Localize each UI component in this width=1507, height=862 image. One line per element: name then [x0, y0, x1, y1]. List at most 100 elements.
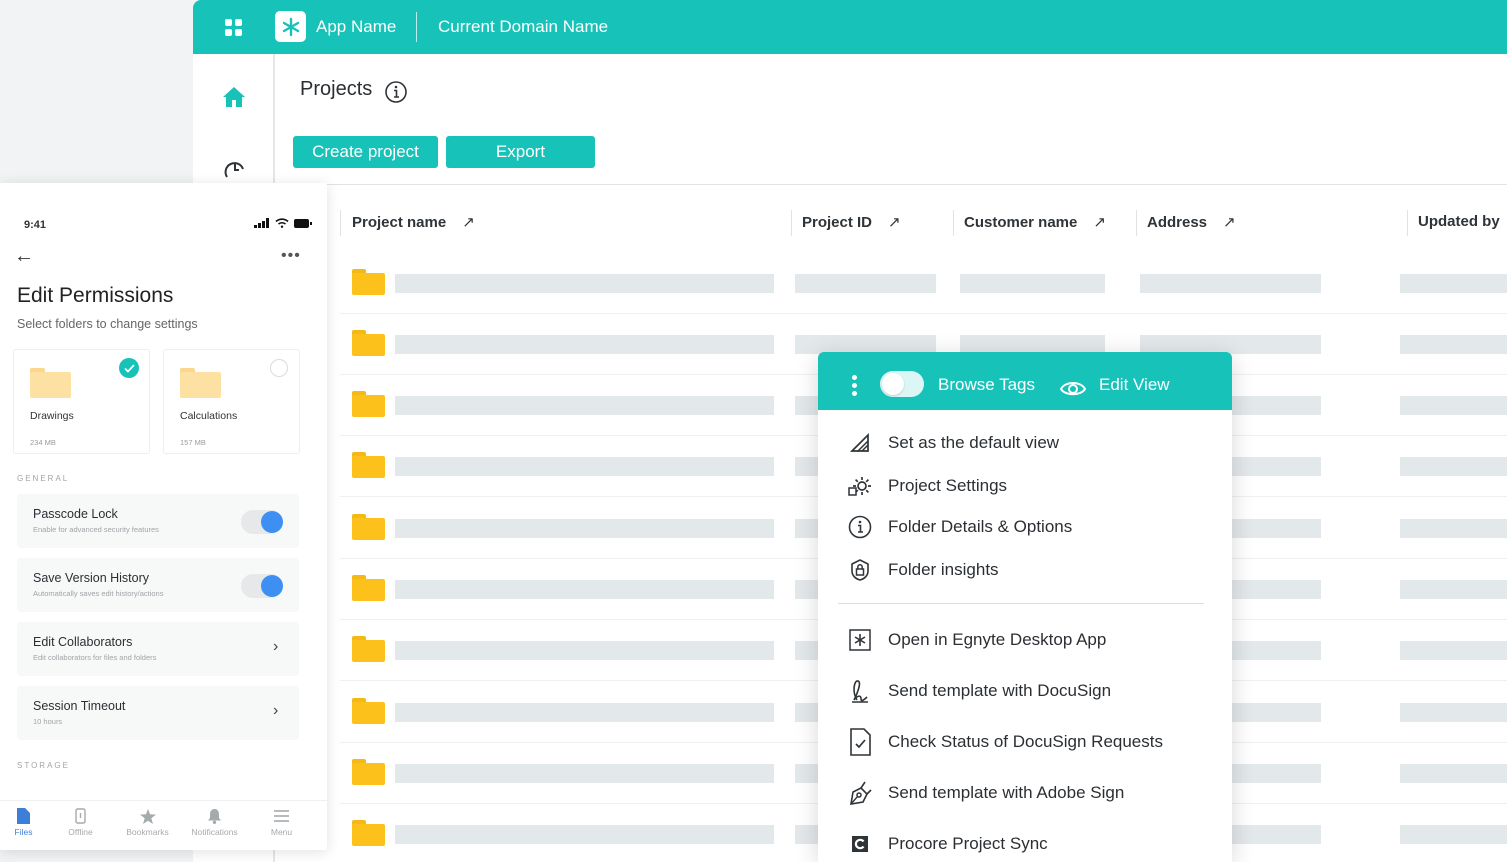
sort-arrow-icon[interactable]: ↗: [1093, 213, 1106, 231]
folder-card-calculations[interactable]: Calculations 157 MB: [163, 349, 300, 454]
domain-name[interactable]: Current Domain Name: [438, 17, 608, 37]
topbar-divider: [416, 12, 417, 42]
nav-files[interactable]: Files: [0, 801, 47, 850]
export-button[interactable]: Export: [446, 136, 595, 168]
device-icon: [75, 808, 86, 824]
menu-item-label: Send template with DocuSign: [888, 681, 1112, 700]
version-history-toggle[interactable]: [241, 574, 283, 598]
section-label-general: GENERAL: [17, 474, 70, 483]
menu-item-docusign-send[interactable]: Send template with DocuSign: [846, 676, 1111, 706]
setting-save-version-history[interactable]: Save Version History Automatically saves…: [17, 558, 299, 612]
setting-title: Save Version History: [33, 571, 150, 585]
desktop-app-icon: [846, 626, 874, 654]
cell-placeholder: [395, 641, 774, 660]
column-divider: [1136, 210, 1137, 236]
setting-session-timeout[interactable]: Session Timeout 10 hours ›: [17, 686, 299, 740]
folder-icon: [352, 698, 385, 724]
column-header-project-name[interactable]: Project name ↗: [352, 213, 475, 232]
setting-passcode-lock[interactable]: Passcode Lock Enable for advanced securi…: [17, 494, 299, 548]
menu-item-open-desktop-app[interactable]: Open in Egnyte Desktop App: [846, 625, 1106, 655]
mobile-edit-permissions-panel: 9:41 ← ••• Edit Permissions Select folde…: [0, 183, 327, 850]
home-icon[interactable]: [222, 86, 246, 113]
passcode-toggle[interactable]: [241, 510, 283, 534]
column-header-updated-by[interactable]: Updated by: [1418, 213, 1500, 230]
sort-arrow-icon[interactable]: ↗: [888, 213, 901, 231]
menu-item-project-settings[interactable]: Project Settings: [846, 471, 1007, 501]
nav-label: Bookmarks: [126, 827, 169, 837]
nav-notifications[interactable]: Notifications: [181, 801, 248, 850]
eye-icon[interactable]: [1059, 376, 1087, 403]
column-divider: [340, 210, 341, 236]
lock-shield-icon: [846, 556, 874, 584]
folder-icon: [352, 269, 385, 295]
column-header-project-id[interactable]: Project ID ↗: [802, 213, 901, 232]
kebab-menu-icon[interactable]: [852, 375, 857, 396]
back-arrow-icon[interactable]: ←: [14, 245, 34, 268]
menu-item-label: Folder insights: [888, 560, 999, 579]
menu-item-folder-insights[interactable]: Folder insights: [846, 555, 999, 585]
menu-item-set-default-view[interactable]: Set as the default view: [846, 428, 1059, 458]
nav-bookmarks[interactable]: Bookmarks: [114, 801, 181, 850]
create-project-button[interactable]: Create project: [293, 136, 438, 168]
menu-item-docusign-status[interactable]: Check Status of DocuSign Requests: [846, 727, 1163, 757]
menu-item-label: Folder Details & Options: [888, 517, 1073, 536]
cell-placeholder: [1140, 274, 1321, 293]
column-divider: [953, 210, 954, 236]
cell-placeholder: [960, 274, 1105, 293]
menu-item-adobe-sign[interactable]: Send template with Adobe Sign: [846, 778, 1124, 808]
column-header-customer-name[interactable]: Customer name ↗: [964, 213, 1106, 232]
menu-item-label: Set as the default view: [888, 433, 1060, 452]
nav-offline[interactable]: Offline: [47, 801, 114, 850]
nav-menu[interactable]: Menu: [248, 801, 315, 850]
folder-icon: [30, 368, 71, 398]
setting-title: Passcode Lock: [33, 507, 118, 521]
chevron-right-icon: ›: [273, 702, 279, 719]
column-header-label: Updated by: [1418, 213, 1500, 230]
menu-item-label: Project Settings: [888, 476, 1008, 495]
column-header-address[interactable]: Address ↗: [1147, 213, 1236, 232]
checkmark-icon[interactable]: [119, 358, 139, 378]
cell-placeholder: [395, 703, 774, 722]
setting-edit-collaborators[interactable]: Edit Collaborators Edit collaborators fo…: [17, 622, 299, 676]
table-row[interactable]: [340, 253, 1507, 314]
cell-placeholder: [395, 580, 774, 599]
mobile-title: Edit Permissions: [17, 284, 174, 307]
sort-arrow-icon[interactable]: ↗: [1223, 213, 1236, 231]
nav-label: Offline: [68, 827, 93, 837]
info-icon[interactable]: [384, 80, 408, 109]
browse-tags-toggle[interactable]: [880, 371, 924, 397]
sort-arrow-icon[interactable]: ↗: [462, 213, 475, 231]
cell-placeholder: [395, 764, 774, 783]
context-menu-header: Browse Tags Edit View: [818, 352, 1232, 410]
menu-item-procore-sync[interactable]: Procore Project Sync: [846, 829, 1048, 859]
select-radio[interactable]: [270, 359, 288, 377]
chevron-right-icon: ›: [273, 638, 279, 655]
edit-view-label[interactable]: Edit View: [1099, 375, 1170, 395]
recent-icon[interactable]: [223, 157, 247, 186]
setting-subtitle: Enable for advanced security features: [33, 525, 159, 534]
nav-label: Menu: [270, 827, 293, 837]
more-options-icon[interactable]: •••: [281, 247, 301, 265]
column-header-label: Project name: [352, 213, 447, 231]
menu-item-label: Procore Project Sync: [888, 834, 1048, 853]
signature-icon: [846, 677, 874, 705]
setting-subtitle: 10 hours: [33, 717, 63, 726]
browse-tags-label[interactable]: Browse Tags: [938, 375, 1035, 395]
cell-placeholder: [1400, 641, 1507, 660]
app-grid-icon[interactable]: [225, 19, 244, 36]
procore-icon: [846, 830, 874, 858]
app-logo-icon[interactable]: [275, 11, 306, 42]
column-header-label: Project ID: [802, 213, 873, 231]
cell-placeholder: [1400, 703, 1507, 722]
settings-icon: [846, 472, 874, 500]
menu-item-label: Send template with Adobe Sign: [888, 783, 1125, 802]
header-separator: [275, 184, 1507, 185]
cell-placeholder: [1400, 396, 1507, 415]
folder-name: Drawings: [30, 410, 74, 422]
folder-card-drawings[interactable]: Drawings 234 MB: [13, 349, 150, 454]
cell-placeholder: [1400, 274, 1507, 293]
folder-size: 234 MB: [30, 438, 56, 447]
menu-item-folder-details[interactable]: Folder Details & Options: [846, 512, 1072, 542]
app-name[interactable]: App Name: [316, 17, 396, 37]
cell-placeholder: [395, 825, 774, 844]
